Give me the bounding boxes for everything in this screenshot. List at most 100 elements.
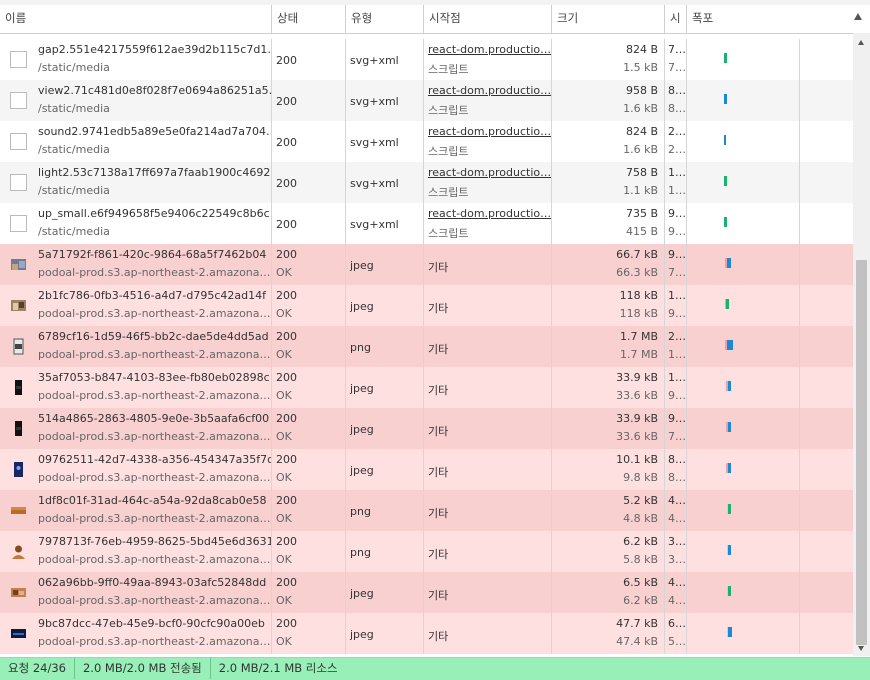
- initiator-cell: 기타: [424, 449, 552, 490]
- type-cell: jpeg: [346, 367, 424, 408]
- name-cell[interactable]: light2.53c7138a17ff697a7faab1900c4692… /…: [0, 162, 272, 203]
- table-row[interactable]: 062a96bb-9ff0-49aa-8943-03afc52848dd pod…: [0, 572, 853, 613]
- size-cell: 1.7 MB 1.7 MB: [552, 326, 665, 367]
- resource-type: svg+xml: [350, 177, 399, 190]
- waterfall-cell: [687, 449, 800, 490]
- col-name-header[interactable]: 이름: [0, 5, 272, 33]
- waterfall-extra: [800, 162, 853, 203]
- name-cell[interactable]: up_small.e6f949658f5e9406c22549c8b6c… /s…: [0, 203, 272, 244]
- transferred-size: 47.7 kB: [616, 617, 658, 630]
- scrollbar-thumb[interactable]: [856, 260, 867, 645]
- initiator-cell[interactable]: react-dom.productio… 스크립트: [424, 121, 552, 162]
- col-size-header[interactable]: 크기: [552, 5, 665, 33]
- table-row[interactable]: 5a71792f-f861-420c-9864-68a5f7462b04 pod…: [0, 244, 853, 285]
- table-row[interactable]: 35af7053-b847-4103-83ee-fb80eb02898c pod…: [0, 367, 853, 408]
- name-cell[interactable]: 514a4865-2863-4805-9e0e-3b5aafa6cf00 pod…: [0, 408, 272, 449]
- scroll-down-icon[interactable]: [858, 646, 864, 651]
- initiator-cell[interactable]: react-dom.productio… 스크립트: [424, 80, 552, 121]
- waterfall-segment: [728, 422, 731, 432]
- initiator-link[interactable]: react-dom.productio…: [428, 84, 551, 97]
- name-cell[interactable]: gap2.551e4217559f612ae39d2b115c7d1… /sta…: [0, 39, 272, 80]
- col-initiator-header[interactable]: 시작점: [424, 5, 552, 33]
- status-text: OK: [276, 553, 292, 566]
- resource-path: /static/media: [38, 225, 110, 238]
- sort-ascending-icon[interactable]: [854, 13, 862, 20]
- waterfall-extra: [800, 285, 853, 326]
- initiator-link[interactable]: react-dom.productio…: [428, 43, 551, 56]
- time-value: 1…: [668, 371, 686, 384]
- waterfall-segment: [727, 340, 733, 350]
- resource-path: /static/media: [38, 143, 110, 156]
- name-cell[interactable]: 1df8c01f-31ad-464c-a54a-92da8cab0e58 pod…: [0, 490, 272, 531]
- col-waterfall-header[interactable]: 폭포: [687, 5, 870, 33]
- initiator-cell[interactable]: react-dom.productio… 스크립트: [424, 39, 552, 80]
- table-row[interactable]: 9bc87dcc-47eb-45e9-bcf0-90cfc90a00eb pod…: [0, 613, 853, 654]
- latency-value: 7…: [668, 266, 686, 279]
- table-row[interactable]: 6789cf16-1d59-46f5-bb2c-dae5de4dd5ad pod…: [0, 326, 853, 367]
- table-row[interactable]: 1df8c01f-31ad-464c-a54a-92da8cab0e58 pod…: [0, 490, 853, 531]
- status-cell: 200: [272, 39, 346, 80]
- table-row[interactable]: up_small.e6f949658f5e9406c22549c8b6c… /s…: [0, 203, 853, 244]
- size-cell: 33.9 kB 33.6 kB: [552, 408, 665, 449]
- initiator-type: 스크립트: [428, 63, 469, 76]
- scroll-up-icon[interactable]: [858, 40, 864, 45]
- name-cell[interactable]: sound2.9741edb5a89e5e0fa214ad7a704… /sta…: [0, 121, 272, 162]
- status-cell: 200: [272, 121, 346, 162]
- waterfall-cell: [687, 613, 800, 654]
- status-cell: 200: [272, 203, 346, 244]
- name-cell[interactable]: 35af7053-b847-4103-83ee-fb80eb02898c pod…: [0, 367, 272, 408]
- name-cell[interactable]: 9bc87dcc-47eb-45e9-bcf0-90cfc90a00eb pod…: [0, 613, 272, 654]
- name-cell[interactable]: 2b1fc786-0fb3-4516-a4d7-d795c42ad14f pod…: [0, 285, 272, 326]
- initiator-cell[interactable]: react-dom.productio… 스크립트: [424, 203, 552, 244]
- waterfall-segment: [726, 299, 729, 309]
- waterfall-cell: [687, 285, 800, 326]
- type-cell: png: [346, 326, 424, 367]
- name-cell[interactable]: 6789cf16-1d59-46f5-bb2c-dae5de4dd5ad pod…: [0, 326, 272, 367]
- table-row[interactable]: 09762511-42d7-4338-a356-454347a35f7c pod…: [0, 449, 853, 490]
- transferred-size: 6.5 kB: [623, 576, 658, 589]
- initiator-link[interactable]: react-dom.productio…: [428, 166, 551, 179]
- initiator-link[interactable]: react-dom.productio…: [428, 207, 551, 220]
- request-count: 요청 24/36: [0, 658, 75, 679]
- time-cell: 8… 8…: [665, 449, 687, 490]
- transferred-size: 824 B: [625, 125, 658, 138]
- name-cell[interactable]: 09762511-42d7-4338-a356-454347a35f7c pod…: [0, 449, 272, 490]
- transferred-size: 758 B: [625, 166, 658, 179]
- status-code: 200: [276, 330, 297, 343]
- table-row[interactable]: gap2.551e4217559f612ae39d2b115c7d1… /sta…: [0, 39, 853, 80]
- table-row[interactable]: 7978713f-76eb-4959-8625-5bd45e6d3631 pod…: [0, 531, 853, 572]
- transferred-size: 66.7 kB: [616, 248, 658, 261]
- time-cell: 4… 4…: [665, 572, 687, 613]
- size-cell: 5.2 kB 4.8 kB: [552, 490, 665, 531]
- time-value: 1…: [668, 166, 686, 179]
- table-row[interactable]: 514a4865-2863-4805-9e0e-3b5aafa6cf00 pod…: [0, 408, 853, 449]
- resource-path: /static/media: [38, 184, 110, 197]
- initiator-cell[interactable]: react-dom.productio… 스크립트: [424, 162, 552, 203]
- resource-path: podoal-prod.s3.ap-northeast-2.amazona…: [38, 635, 271, 648]
- col-status-header[interactable]: 상태: [272, 5, 346, 33]
- col-time-header[interactable]: 시: [665, 5, 687, 33]
- resource-path: podoal-prod.s3.ap-northeast-2.amazona…: [38, 471, 271, 484]
- latency-value: 9…: [668, 307, 686, 320]
- table-row[interactable]: sound2.9741edb5a89e5e0fa214ad7a704… /sta…: [0, 121, 853, 162]
- name-cell[interactable]: 5a71792f-f861-420c-9864-68a5f7462b04 pod…: [0, 244, 272, 285]
- col-type-header[interactable]: 유형: [346, 5, 424, 33]
- status-text: OK: [276, 594, 292, 607]
- table-row[interactable]: view2.71c481d0e8f028f7e0694a86251a5… /st…: [0, 80, 853, 121]
- latency-value: 9…: [668, 389, 686, 402]
- initiator-link[interactable]: react-dom.productio…: [428, 125, 551, 138]
- name-cell[interactable]: 7978713f-76eb-4959-8625-5bd45e6d3631 pod…: [0, 531, 272, 572]
- resource-size: 4.8 kB: [623, 512, 658, 525]
- initiator-type: 기타: [428, 466, 449, 479]
- table-row[interactable]: 2b1fc786-0fb3-4516-a4d7-d795c42ad14f pod…: [0, 285, 853, 326]
- time-value: 2…: [668, 330, 686, 343]
- initiator-cell: 기타: [424, 613, 552, 654]
- status-code: 200: [276, 136, 297, 149]
- resource-type: svg+xml: [350, 95, 399, 108]
- waterfall-extra: [800, 39, 853, 80]
- name-cell[interactable]: view2.71c481d0e8f028f7e0694a86251a5… /st…: [0, 80, 272, 121]
- name-cell[interactable]: 062a96bb-9ff0-49aa-8943-03afc52848dd pod…: [0, 572, 272, 613]
- table-row[interactable]: light2.53c7138a17ff697a7faab1900c4692… /…: [0, 162, 853, 203]
- status-cell: 200: [272, 162, 346, 203]
- latency-value: 1…: [668, 184, 686, 197]
